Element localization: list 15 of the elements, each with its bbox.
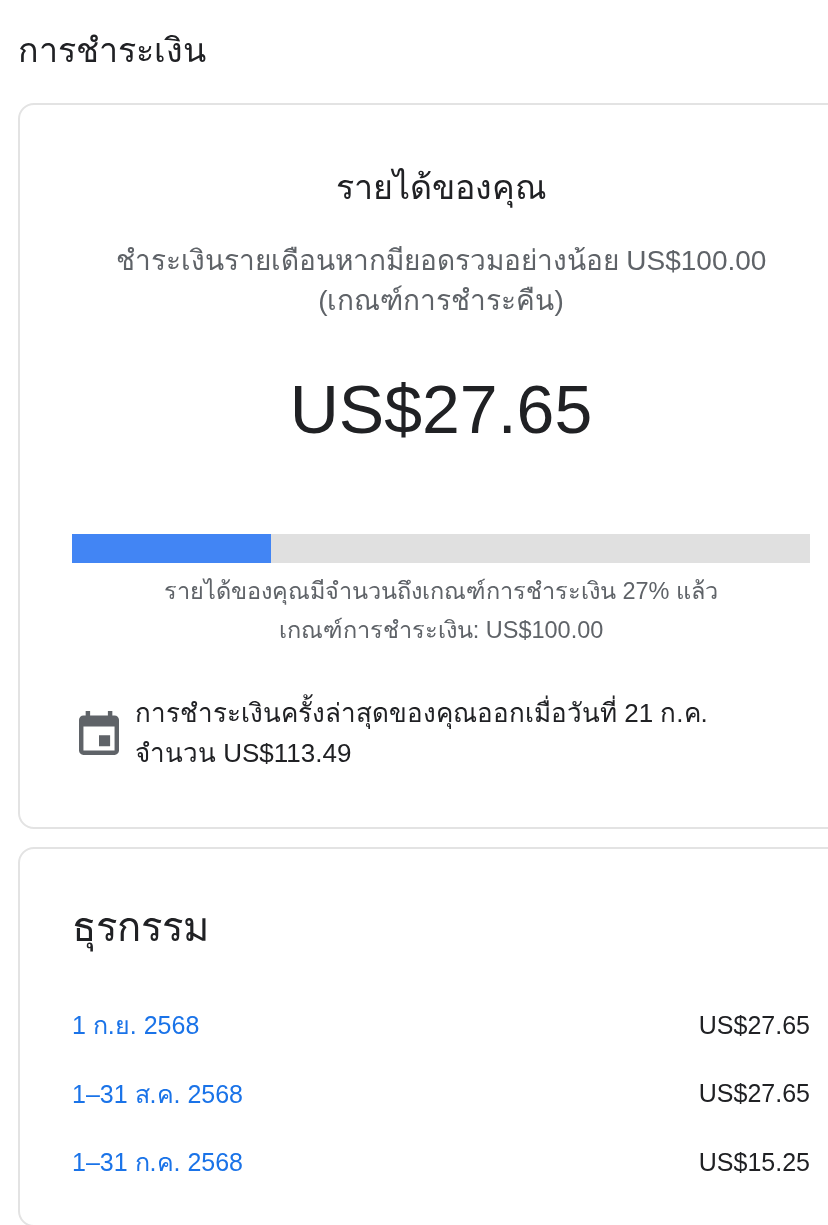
transaction-amount: US$27.65 [698, 1079, 810, 1109]
payment-description: ชำระเงินรายเดือนหากมียอดรวมอย่างน้อย US$100.00 (เกณฑ์การชำระคืน) [114, 244, 768, 318]
transaction-period-link[interactable]: 1 ก.ย. 2568 [72, 1005, 200, 1046]
earnings-title: รายได้ของคุณ [335, 167, 547, 210]
last-payment-text: การชำระเงินครั้งล่าสุดของคุณออกเมื่อวันที่ 21 ก.ค. จำนวน US$113.49 [135, 693, 735, 773]
balance-amount: US$27.65 [289, 370, 593, 449]
threshold-text: เกณฑ์การชำระเงิน: US$100.00 [278, 616, 604, 645]
progress-caption: รายได้ของคุณมีจำนวนถึงเกณฑ์การชำระเงิน 27% แล้ว [163, 577, 719, 607]
transactions-title: ธุรกรรม [72, 899, 209, 955]
transaction-amount: US$15.25 [698, 1147, 810, 1177]
calendar-icon [79, 711, 119, 755]
page-title: การชำระเงิน [18, 30, 206, 71]
transaction-period-link[interactable]: 1–31 ก.ค. 2568 [72, 1142, 243, 1183]
transaction-amount: US$27.65 [698, 1010, 810, 1040]
transaction-period-link[interactable]: 1–31 ส.ค. 2568 [72, 1073, 243, 1114]
